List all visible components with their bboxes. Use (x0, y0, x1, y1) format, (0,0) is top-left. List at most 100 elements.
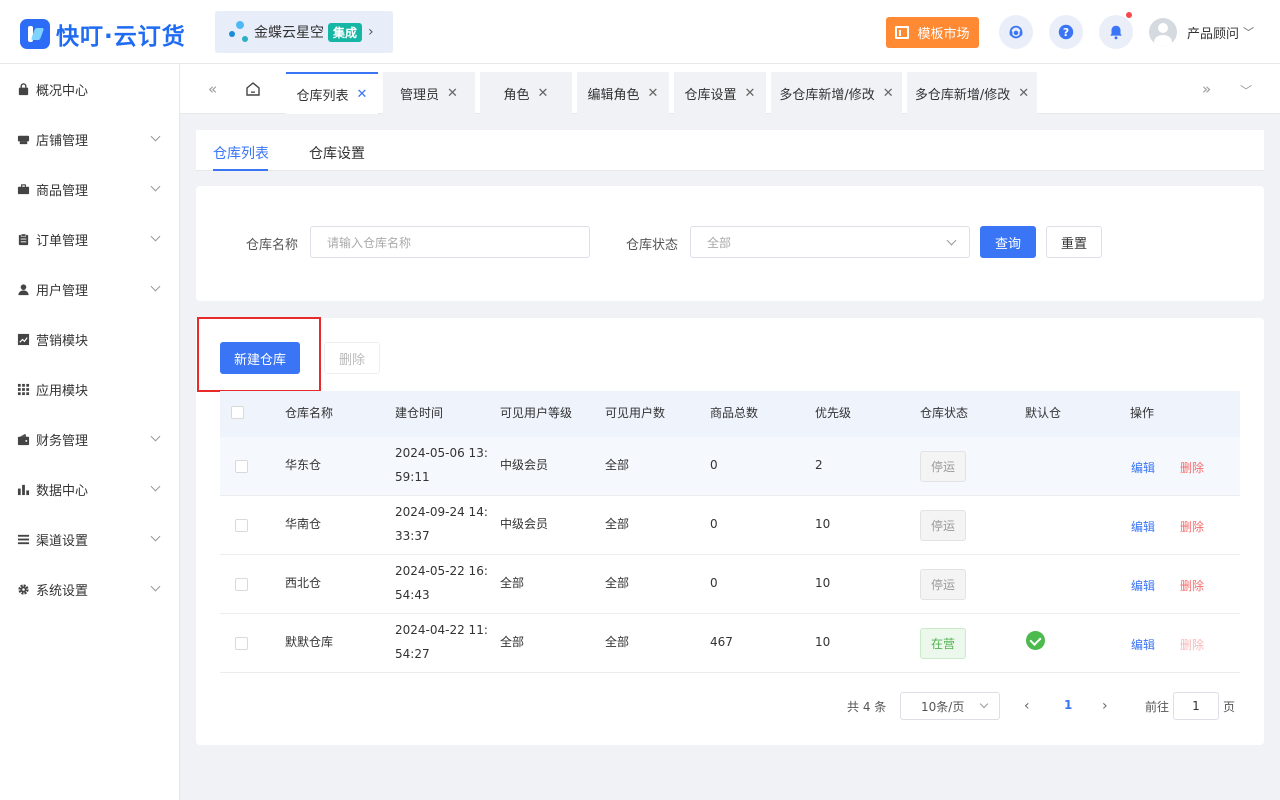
sidebar-item-goods[interactable]: 商品管理 (0, 164, 179, 214)
sidebar-item-channel[interactable]: 渠道设置 (0, 514, 179, 564)
query-button[interactable]: 查询 (980, 226, 1036, 258)
edit-link[interactable]: 编辑 (1131, 636, 1155, 653)
page-size-select[interactable]: 10条/页 (900, 692, 1000, 720)
sidebar-item-apps[interactable]: 应用模块 (0, 364, 179, 414)
status-badge: 停运 (920, 510, 966, 541)
help-button[interactable]: ? (1049, 15, 1083, 49)
delete-link[interactable]: 删除 (1180, 518, 1204, 535)
tab-role[interactable]: 角色 ✕ (480, 72, 572, 114)
scroll-left-icon[interactable]: « (208, 80, 217, 98)
gear-icon (16, 582, 30, 596)
sidebar-item-orders[interactable]: 订单管理 (0, 214, 179, 264)
th-default: 默认仓 (1025, 406, 1062, 420)
list-icon (16, 532, 30, 546)
question-icon: ? (1058, 24, 1074, 40)
scroll-right-icon[interactable]: » (1202, 80, 1211, 98)
select-all-checkbox[interactable] (231, 406, 244, 419)
tab-multi-warehouse-2[interactable]: 多仓库新增/修改 ✕ (907, 72, 1037, 114)
home-icon[interactable] (245, 81, 261, 97)
th-priority: 优先级 (815, 406, 852, 420)
close-icon[interactable]: ✕ (357, 87, 368, 102)
sidebar-item-shop[interactable]: 店铺管理 (0, 114, 179, 164)
briefcase-icon (16, 182, 30, 196)
warehouse-status-label: 仓库状态 (626, 238, 679, 253)
bell-icon (1110, 25, 1122, 40)
th-actions: 操作 (1130, 406, 1155, 420)
tab-edit-role[interactable]: 编辑角色 ✕ (577, 72, 669, 114)
user-menu[interactable]: 产品顾问 ﹀ (1149, 18, 1254, 46)
close-icon[interactable]: ✕ (1018, 86, 1029, 101)
check-circle-icon (1026, 631, 1045, 650)
th-created: 建仓时间 (395, 406, 444, 420)
close-icon[interactable]: ✕ (648, 86, 659, 101)
row-checkbox[interactable] (235, 578, 248, 591)
chevron-down-icon (150, 181, 161, 192)
row-checkbox[interactable] (235, 519, 248, 532)
delete-link[interactable]: 删除 (1180, 636, 1204, 653)
goto-page-input[interactable]: 1 (1173, 692, 1219, 720)
sidebar-item-data[interactable]: 数据中心 (0, 464, 179, 514)
tab-admin[interactable]: 管理员 ✕ (383, 72, 475, 114)
warehouse-status-select[interactable]: 全部 (690, 226, 970, 258)
sidebar-item-system[interactable]: 系统设置 (0, 564, 179, 614)
chevron-down-icon (150, 431, 161, 442)
support-button[interactable] (999, 15, 1033, 49)
delete-link[interactable]: 删除 (1180, 459, 1204, 476)
sub-tabs: 仓库列表 仓库设置 (196, 130, 1264, 171)
delete-button[interactable]: 删除 (324, 342, 380, 374)
unread-dot (1126, 12, 1132, 18)
notification-button[interactable] (1099, 12, 1133, 49)
template-market-button[interactable]: 模板市场 (886, 17, 979, 48)
sub-tab-warehouse-list[interactable]: 仓库列表 (213, 143, 269, 163)
th-goods: 商品总数 (710, 406, 759, 420)
chevron-down-icon (946, 235, 957, 246)
tab-multi-warehouse-1[interactable]: 多仓库新增/修改 ✕ (771, 72, 902, 114)
close-icon[interactable]: ✕ (883, 86, 894, 101)
sub-tab-warehouse-settings[interactable]: 仓库设置 (309, 143, 365, 163)
table-header: 仓库名称 建仓时间 可见用户等级 可见用户数 商品总数 优先级 仓库状态 默认仓… (220, 391, 1240, 437)
status-badge: 停运 (920, 569, 966, 600)
reset-button[interactable]: 重置 (1046, 226, 1102, 258)
table-row[interactable]: 华东仓 2024-05-06 13: 59:11 中级会员 全部 0 2 停运 … (220, 437, 1240, 496)
close-icon[interactable]: ✕ (447, 86, 458, 101)
sidebar: 概况中心 店铺管理 商品管理 订单管理 用户管理 营销模块 应用模块 财务管理 … (0, 64, 180, 800)
sidebar-item-users[interactable]: 用户管理 (0, 264, 179, 314)
trend-chart-icon (16, 332, 30, 346)
layout-icon (895, 26, 910, 39)
next-page-icon[interactable]: › (1102, 698, 1108, 714)
chevron-down-icon (150, 531, 161, 542)
sidebar-item-marketing[interactable]: 营销模块 (0, 314, 179, 364)
tab-warehouse-list[interactable]: 仓库列表 ✕ (286, 72, 378, 114)
delete-link[interactable]: 删除 (1180, 577, 1204, 594)
bar-chart-icon (16, 482, 30, 496)
highlight-annotation (197, 317, 321, 392)
edit-link[interactable]: 编辑 (1131, 518, 1155, 535)
close-icon[interactable]: ✕ (745, 86, 756, 101)
edit-link[interactable]: 编辑 (1131, 459, 1155, 476)
sidebar-item-finance[interactable]: 财务管理 (0, 414, 179, 464)
svg-text:?: ? (1063, 26, 1069, 39)
current-page[interactable]: 1 (1064, 698, 1072, 712)
table-row[interactable]: 默默仓库 2024-04-22 11: 54:27 全部 全部 467 10 在… (220, 614, 1240, 673)
table-row[interactable]: 华南仓 2024-09-24 14: 33:37 中级会员 全部 0 10 停运… (220, 496, 1240, 555)
table-row[interactable]: 西北仓 2024-05-22 16: 54:43 全部 全部 0 10 停运 编… (220, 555, 1240, 614)
status-badge: 停运 (920, 451, 966, 482)
brand-logo[interactable]: 快叮·云订货 (20, 17, 186, 51)
tab-warehouse-settings[interactable]: 仓库设置 ✕ (674, 72, 766, 114)
row-checkbox[interactable] (235, 460, 248, 473)
close-icon[interactable]: ✕ (538, 86, 549, 101)
edit-link[interactable]: 编辑 (1131, 577, 1155, 594)
chevron-down-icon (150, 231, 161, 242)
row-checkbox[interactable] (235, 637, 248, 650)
warehouse-name-input[interactable]: 请输入仓库名称 (310, 226, 590, 258)
goto-label: 前往 (1145, 700, 1170, 714)
bag-icon (16, 82, 30, 96)
status-badge: 在营 (920, 628, 966, 659)
prev-page-icon[interactable]: ‹ (1024, 698, 1030, 714)
sidebar-item-overview[interactable]: 概况中心 (0, 64, 179, 114)
brand-name: 快叮·云订货 (56, 24, 186, 50)
integration-name: 金蝶云星空 (254, 25, 324, 41)
user-icon (16, 282, 30, 296)
chevron-down-icon[interactable]: ﹀ (1240, 82, 1252, 99)
integration-badge[interactable]: 金蝶云星空 集成 › (215, 11, 393, 53)
